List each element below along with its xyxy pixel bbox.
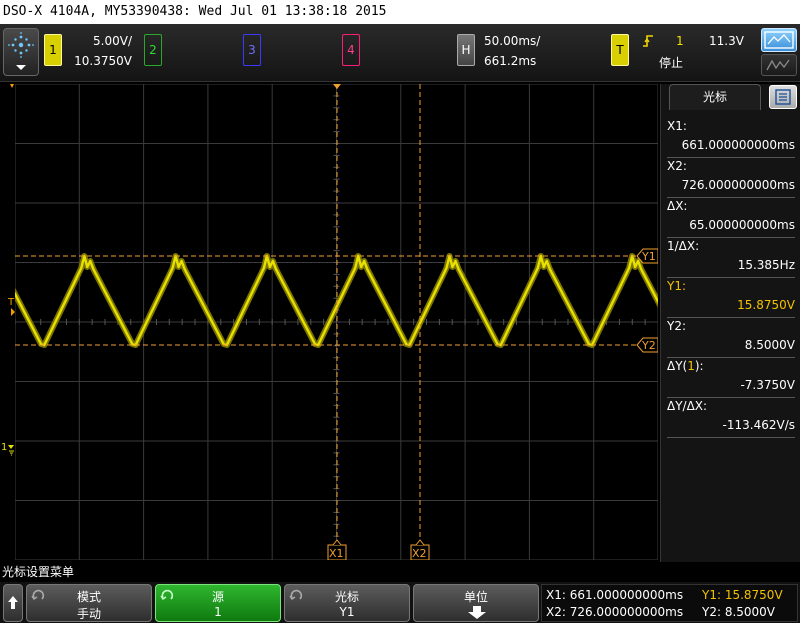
cursor-x2-label: X2 bbox=[412, 547, 427, 560]
x1-value: 661.000000000ms bbox=[681, 138, 795, 152]
run-status: 停止 bbox=[659, 56, 684, 70]
cursor-y2-label: Y2 bbox=[641, 339, 656, 352]
y1-value: 15.8750V bbox=[737, 298, 795, 312]
readout-x2: X2: 726.000000000ms bbox=[546, 605, 684, 619]
cursor-y1-label: Y1 bbox=[641, 250, 656, 263]
mode-label: 模式 bbox=[76, 590, 101, 604]
delay-arrow-icon bbox=[10, 84, 14, 88]
cursor-softkey[interactable]: 光标 Y1 bbox=[284, 584, 410, 622]
title-bar: DSO-X 4104A, MY53390438: Wed Jul 01 13:3… bbox=[0, 0, 800, 24]
delta-y-label: ΔY(1): bbox=[667, 359, 704, 373]
cursor-results-panel: 光标 X1: 661.000000000ms X2: 726.000000000… bbox=[660, 84, 800, 562]
trigger-level: 11.3V bbox=[709, 34, 744, 48]
softkey-menu-title: 光标设置菜单 bbox=[0, 562, 800, 582]
softkey-bar: 模式 手动 源 1 光标 Y1 单位 X1: 661.000000000ms X… bbox=[0, 582, 800, 623]
rising-edge-icon bbox=[643, 35, 653, 47]
starburst-icon bbox=[8, 32, 34, 70]
readout-x1: X1: 661.000000000ms bbox=[546, 588, 684, 602]
trigger-position-icon bbox=[333, 84, 341, 89]
cursor-label: 光标 bbox=[334, 590, 359, 604]
delta-y-value: -7.3750V bbox=[740, 378, 795, 392]
agilent-logo-button[interactable] bbox=[3, 28, 39, 76]
cursor-x1-label: X1 bbox=[329, 547, 344, 560]
ground-symbol-icon bbox=[9, 450, 14, 456]
arrow-down-icon bbox=[468, 606, 486, 619]
x2-value: 726.000000000ms bbox=[681, 178, 795, 192]
inverse-delta-x-label: 1/ΔX: bbox=[667, 239, 700, 253]
delta-x-label: ΔX: bbox=[667, 199, 688, 213]
units-softkey[interactable]: 单位 bbox=[413, 584, 539, 622]
cursor-value: Y1 bbox=[339, 605, 355, 619]
channel-1-ground-marker: 1 bbox=[1, 442, 7, 453]
channel-marker-strip: T 1 bbox=[0, 84, 15, 560]
horizontal-delay: 661.2ms bbox=[484, 54, 537, 68]
units-label: 单位 bbox=[463, 590, 488, 604]
x2-label: X2: bbox=[667, 159, 687, 173]
channel-1-scale: 5.00V/ bbox=[93, 34, 132, 48]
readout-y1: Y1: 15.8750V bbox=[702, 588, 783, 602]
cursor-readout: X1: 661.000000000ms X2: 726.000000000ms … bbox=[541, 584, 798, 622]
channel-1-button[interactable]: 1 bbox=[44, 34, 62, 66]
mode-value: 手动 bbox=[76, 607, 101, 621]
chevron-down-icon bbox=[16, 65, 26, 70]
channel-1-offset: 10.3750V bbox=[74, 54, 132, 68]
inverse-delta-x-value: 15.385Hz bbox=[737, 258, 795, 272]
y2-label: Y2: bbox=[667, 319, 687, 333]
horizontal-button[interactable]: H bbox=[457, 34, 475, 66]
panel-menu-button[interactable] bbox=[769, 85, 797, 109]
delta-y-channel: 1 bbox=[687, 359, 695, 373]
waveform-display[interactable]: Y1 Y2 X1 X2 bbox=[15, 84, 658, 560]
trigger-button[interactable]: T bbox=[611, 34, 629, 66]
top-control-bar: 1 5.00V/ 10.3750V 2 3 4 H 50.00ms/ 661.2… bbox=[0, 24, 800, 82]
list-icon bbox=[775, 89, 791, 105]
tab-cursors[interactable]: 光标 bbox=[669, 84, 761, 110]
delta-y-over-delta-x-value: -113.462V/s bbox=[722, 418, 795, 432]
timebase-value: 50.00ms/ bbox=[484, 34, 541, 48]
source-label: 源 bbox=[211, 590, 224, 604]
readout-y2: Y2: 8.5000V bbox=[702, 605, 776, 619]
y2-value: 8.5000V bbox=[744, 338, 795, 352]
channel-2-button[interactable]: 2 bbox=[144, 34, 162, 66]
mode-softkey[interactable]: 模式 手动 bbox=[26, 584, 152, 622]
x1-label: X1: bbox=[667, 119, 687, 133]
delta-x-value: 65.000000000ms bbox=[689, 218, 795, 232]
source-value: 1 bbox=[214, 605, 222, 619]
waveform-icon bbox=[766, 59, 790, 71]
menu-back-button[interactable] bbox=[3, 584, 23, 622]
cursor-labels: Y1 Y2 X1 X2 bbox=[327, 248, 658, 560]
ground-arrow-icon bbox=[8, 445, 14, 449]
zoom-button[interactable] bbox=[761, 28, 797, 52]
measure-button[interactable] bbox=[761, 54, 797, 76]
delta-y-over-delta-x-label: ΔY/ΔX: bbox=[667, 399, 708, 413]
zoom-waveform-icon bbox=[764, 31, 794, 49]
y1-label: Y1: bbox=[667, 279, 687, 293]
channel-4-button[interactable]: 4 bbox=[342, 34, 360, 66]
channel-3-button[interactable]: 3 bbox=[243, 34, 261, 66]
trigger-level-marker: T bbox=[7, 297, 15, 308]
arrow-up-icon bbox=[8, 596, 18, 609]
trigger-source: 1 bbox=[676, 34, 684, 48]
source-softkey[interactable]: 源 1 bbox=[155, 584, 281, 622]
title-text: DSO-X 4104A, MY53390438: Wed Jul 01 13:3… bbox=[3, 4, 387, 19]
